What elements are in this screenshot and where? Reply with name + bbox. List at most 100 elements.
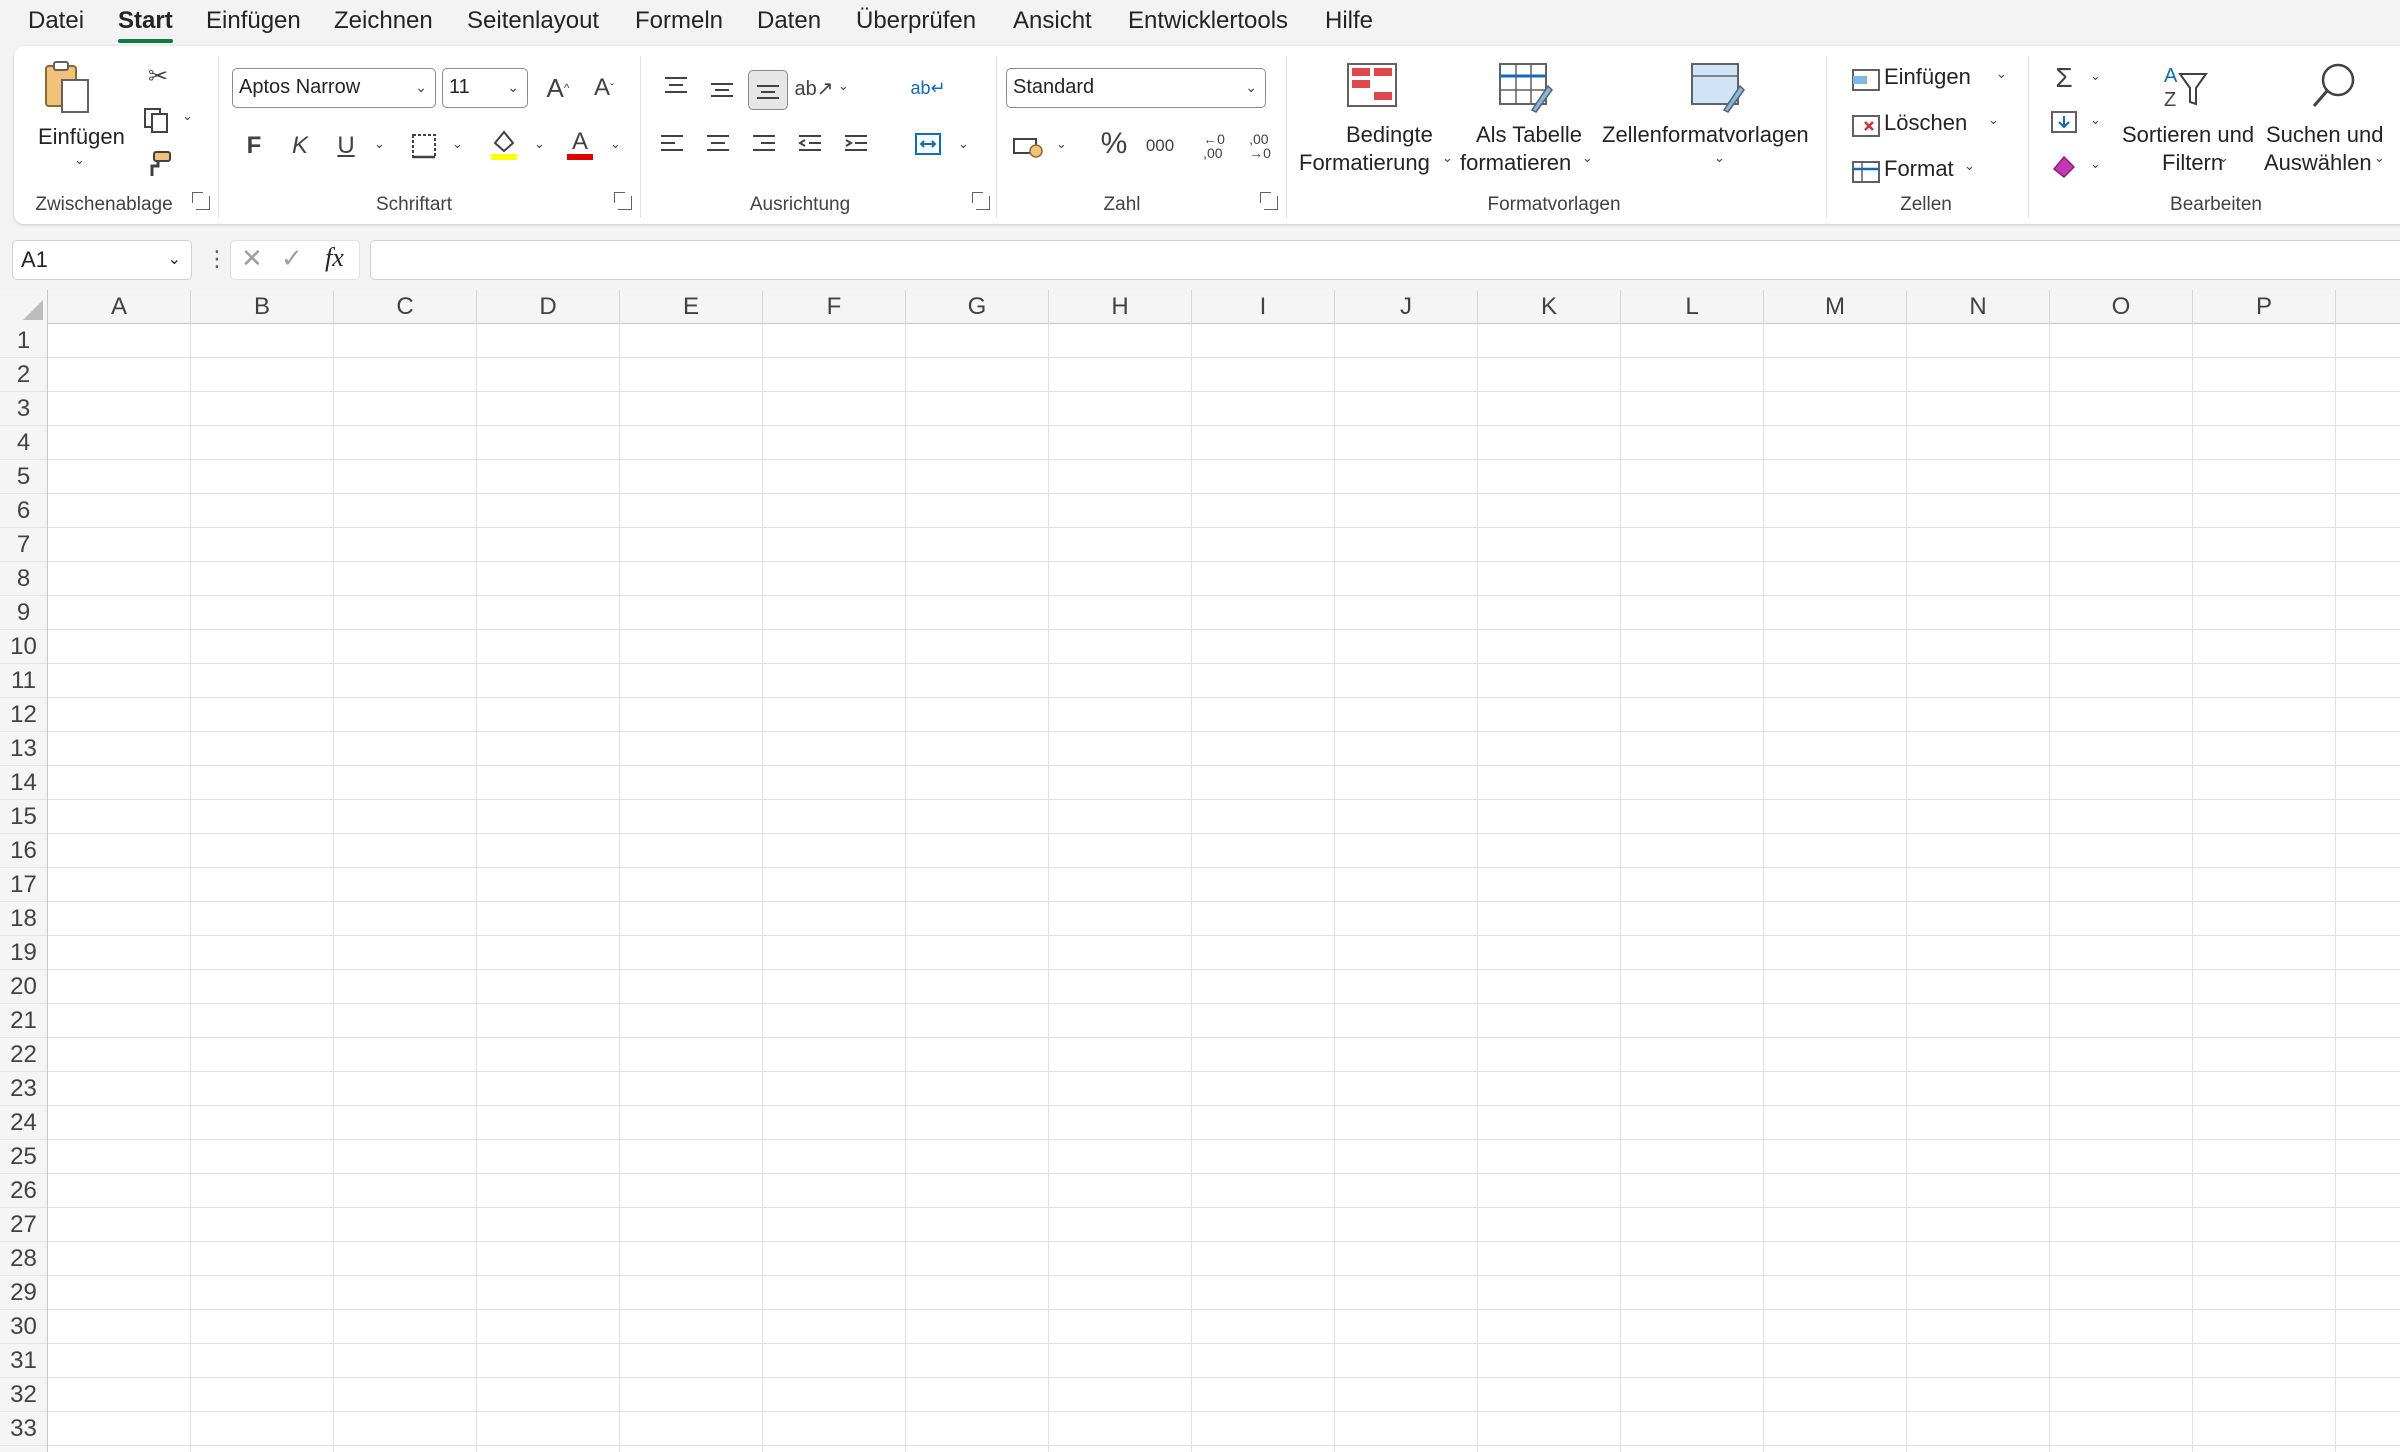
italic-button[interactable]: K <box>280 126 320 166</box>
enter-icon[interactable]: ✓ <box>281 243 303 274</box>
accounting-format-icon[interactable] <box>1008 126 1048 166</box>
delete-cells-icon[interactable] <box>1846 106 1886 146</box>
row-header-11[interactable]: 11 <box>0 664 47 698</box>
fill-color-icon[interactable] <box>484 124 524 164</box>
delete-cells-label[interactable]: Löschen <box>1884 110 1967 136</box>
column-header-n[interactable]: N <box>1907 290 2050 324</box>
autosum-icon[interactable]: Σ <box>2044 58 2084 98</box>
paste-icon[interactable] <box>42 60 94 116</box>
column-header-h[interactable]: H <box>1049 290 1192 324</box>
column-header-p[interactable]: P <box>2193 290 2336 324</box>
row-header-7[interactable]: 7 <box>0 528 47 562</box>
row-header-8[interactable]: 8 <box>0 562 47 596</box>
sort-filter-icon[interactable]: AZ <box>2156 62 2210 114</box>
tab-daten[interactable]: Daten <box>757 6 821 36</box>
row-header-20[interactable]: 20 <box>0 970 47 1004</box>
find-select-line2[interactable]: Auswählen <box>2264 148 2372 177</box>
row-header-10[interactable]: 10 <box>0 630 47 664</box>
find-select-line1[interactable]: Suchen und <box>2266 120 2383 149</box>
row-header-32[interactable]: 32 <box>0 1378 47 1412</box>
fill-icon[interactable] <box>2044 102 2084 142</box>
align-bottom-icon[interactable] <box>748 70 788 110</box>
paste-label[interactable]: Einfügen <box>38 122 125 151</box>
delete-cells-chevron-icon[interactable]: ⌄ <box>1988 112 1999 128</box>
font-color-chevron-icon[interactable]: ⌄ <box>610 136 621 152</box>
chevron-down-icon[interactable]: ⌄ <box>168 241 181 279</box>
accounting-chevron-icon[interactable]: ⌄ <box>1056 136 1067 152</box>
conditional-chevron-icon[interactable]: ⌄ <box>1442 150 1453 166</box>
font-size-dropdown[interactable]: 11 ⌄ <box>442 68 528 108</box>
conditional-formatting-line2[interactable]: Formatierung <box>1299 148 1430 177</box>
tab-hilfe[interactable]: Hilfe <box>1325 6 1373 36</box>
number-format-dropdown[interactable]: Standard ⌄ <box>1006 68 1266 108</box>
column-header-b[interactable]: B <box>191 290 334 324</box>
row-header-19[interactable]: 19 <box>0 936 47 970</box>
row-header-21[interactable]: 21 <box>0 1004 47 1038</box>
autosum-chevron-icon[interactable]: ⌄ <box>2090 68 2101 84</box>
bold-button[interactable]: F <box>234 126 274 166</box>
row-header-2[interactable]: 2 <box>0 358 47 392</box>
column-header-f[interactable]: F <box>763 290 906 324</box>
tab-formeln[interactable]: Formeln <box>635 6 723 36</box>
column-header-g[interactable]: G <box>906 290 1049 324</box>
cut-icon[interactable]: ✂ <box>138 56 178 96</box>
fill-color-chevron-icon[interactable]: ⌄ <box>534 136 545 152</box>
row-header-33[interactable]: 33 <box>0 1412 47 1446</box>
row-header-14[interactable]: 14 <box>0 766 47 800</box>
column-header-j[interactable]: J <box>1335 290 1478 324</box>
align-right-icon[interactable] <box>744 124 784 164</box>
format-as-table-line2[interactable]: formatieren <box>1460 148 1571 177</box>
row-header-18[interactable]: 18 <box>0 902 47 936</box>
percent-button[interactable]: % <box>1094 124 1134 164</box>
font-color-icon[interactable]: A <box>560 124 600 164</box>
decrease-indent-icon[interactable] <box>790 124 830 164</box>
borders-icon[interactable] <box>404 126 444 166</box>
row-header-13[interactable]: 13 <box>0 732 47 766</box>
merge-chevron-icon[interactable]: ⌄ <box>958 136 969 152</box>
underline-button[interactable]: U <box>326 126 366 166</box>
insert-cells-label[interactable]: Einfügen <box>1884 64 1971 90</box>
formula-input[interactable] <box>370 240 2400 280</box>
sort-filter-line2[interactable]: Filtern <box>2162 148 2223 177</box>
find-select-chevron-icon[interactable]: ⌄ <box>2374 150 2385 166</box>
column-header-k[interactable]: K <box>1478 290 1621 324</box>
cell-area[interactable] <box>48 324 2400 1452</box>
row-header-3[interactable]: 3 <box>0 392 47 426</box>
format-as-table-icon[interactable] <box>1498 62 1554 114</box>
row-header-29[interactable]: 29 <box>0 1276 47 1310</box>
copy-chevron-icon[interactable]: ⌄ <box>182 108 193 124</box>
number-launcher-icon[interactable] <box>1260 192 1278 210</box>
fill-chevron-icon[interactable]: ⌄ <box>2090 112 2101 128</box>
align-center-icon[interactable] <box>698 124 738 164</box>
align-middle-icon[interactable] <box>702 70 742 110</box>
increase-indent-icon[interactable] <box>836 124 876 164</box>
increase-font-icon[interactable]: A ^ <box>538 68 578 108</box>
column-header-a[interactable]: A <box>48 290 191 324</box>
row-header-1[interactable]: 1 <box>0 324 47 358</box>
insert-cells-chevron-icon[interactable]: ⌄ <box>1996 66 2007 82</box>
row-header-17[interactable]: 17 <box>0 868 47 902</box>
row-header-15[interactable]: 15 <box>0 800 47 834</box>
font-name-dropdown[interactable]: Aptos Narrow ⌄ <box>232 68 436 108</box>
sort-filter-line1[interactable]: Sortieren und <box>2122 120 2254 149</box>
row-header-22[interactable]: 22 <box>0 1038 47 1072</box>
cell-styles-chevron-icon[interactable]: ⌄ <box>1714 150 1725 166</box>
clear-chevron-icon[interactable]: ⌄ <box>2090 156 2101 172</box>
format-painter-icon[interactable] <box>138 144 178 184</box>
column-header-m[interactable]: M <box>1764 290 1907 324</box>
more-options-icon[interactable]: ⋮ <box>206 246 228 272</box>
decrease-font-icon[interactable]: Aˇ <box>584 68 624 108</box>
row-header-28[interactable]: 28 <box>0 1242 47 1276</box>
format-cells-chevron-icon[interactable]: ⌄ <box>1964 158 1975 174</box>
format-cells-icon[interactable] <box>1846 152 1886 192</box>
tab-zeichnen[interactable]: Zeichnen <box>334 6 433 36</box>
row-header-27[interactable]: 27 <box>0 1208 47 1242</box>
align-left-icon[interactable] <box>652 124 692 164</box>
column-header-i[interactable]: I <box>1192 290 1335 324</box>
conditional-formatting-icon[interactable] <box>1346 62 1398 110</box>
format-as-table-chevron-icon[interactable]: ⌄ <box>1582 150 1593 166</box>
row-header-12[interactable]: 12 <box>0 698 47 732</box>
borders-chevron-icon[interactable]: ⌄ <box>452 136 463 152</box>
merge-center-icon[interactable] <box>908 124 948 164</box>
row-header-16[interactable]: 16 <box>0 834 47 868</box>
